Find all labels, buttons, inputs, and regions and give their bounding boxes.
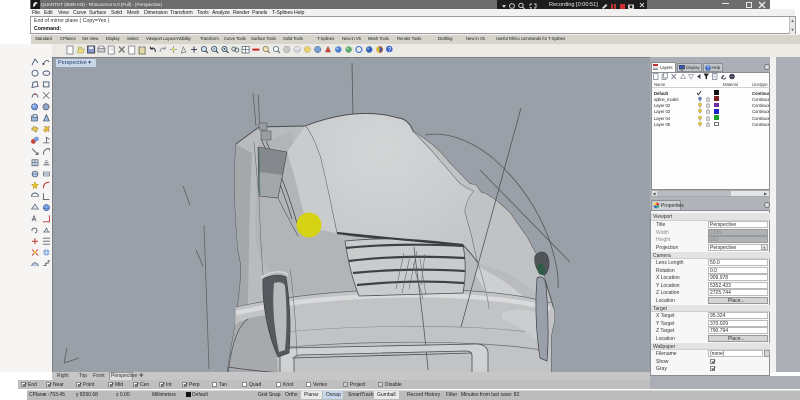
svg-text:?: ?: [707, 66, 710, 71]
